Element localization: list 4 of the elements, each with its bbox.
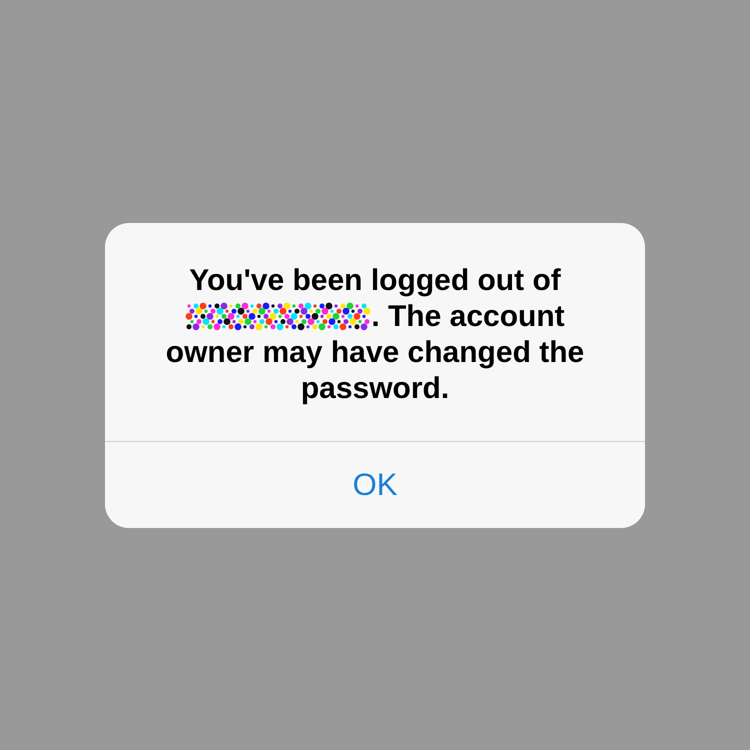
message-text: password. xyxy=(300,371,450,407)
message-text: owner may have changed the xyxy=(166,335,584,371)
message-text: You've been logged out of xyxy=(189,263,561,299)
message-text: . The account xyxy=(371,299,565,335)
